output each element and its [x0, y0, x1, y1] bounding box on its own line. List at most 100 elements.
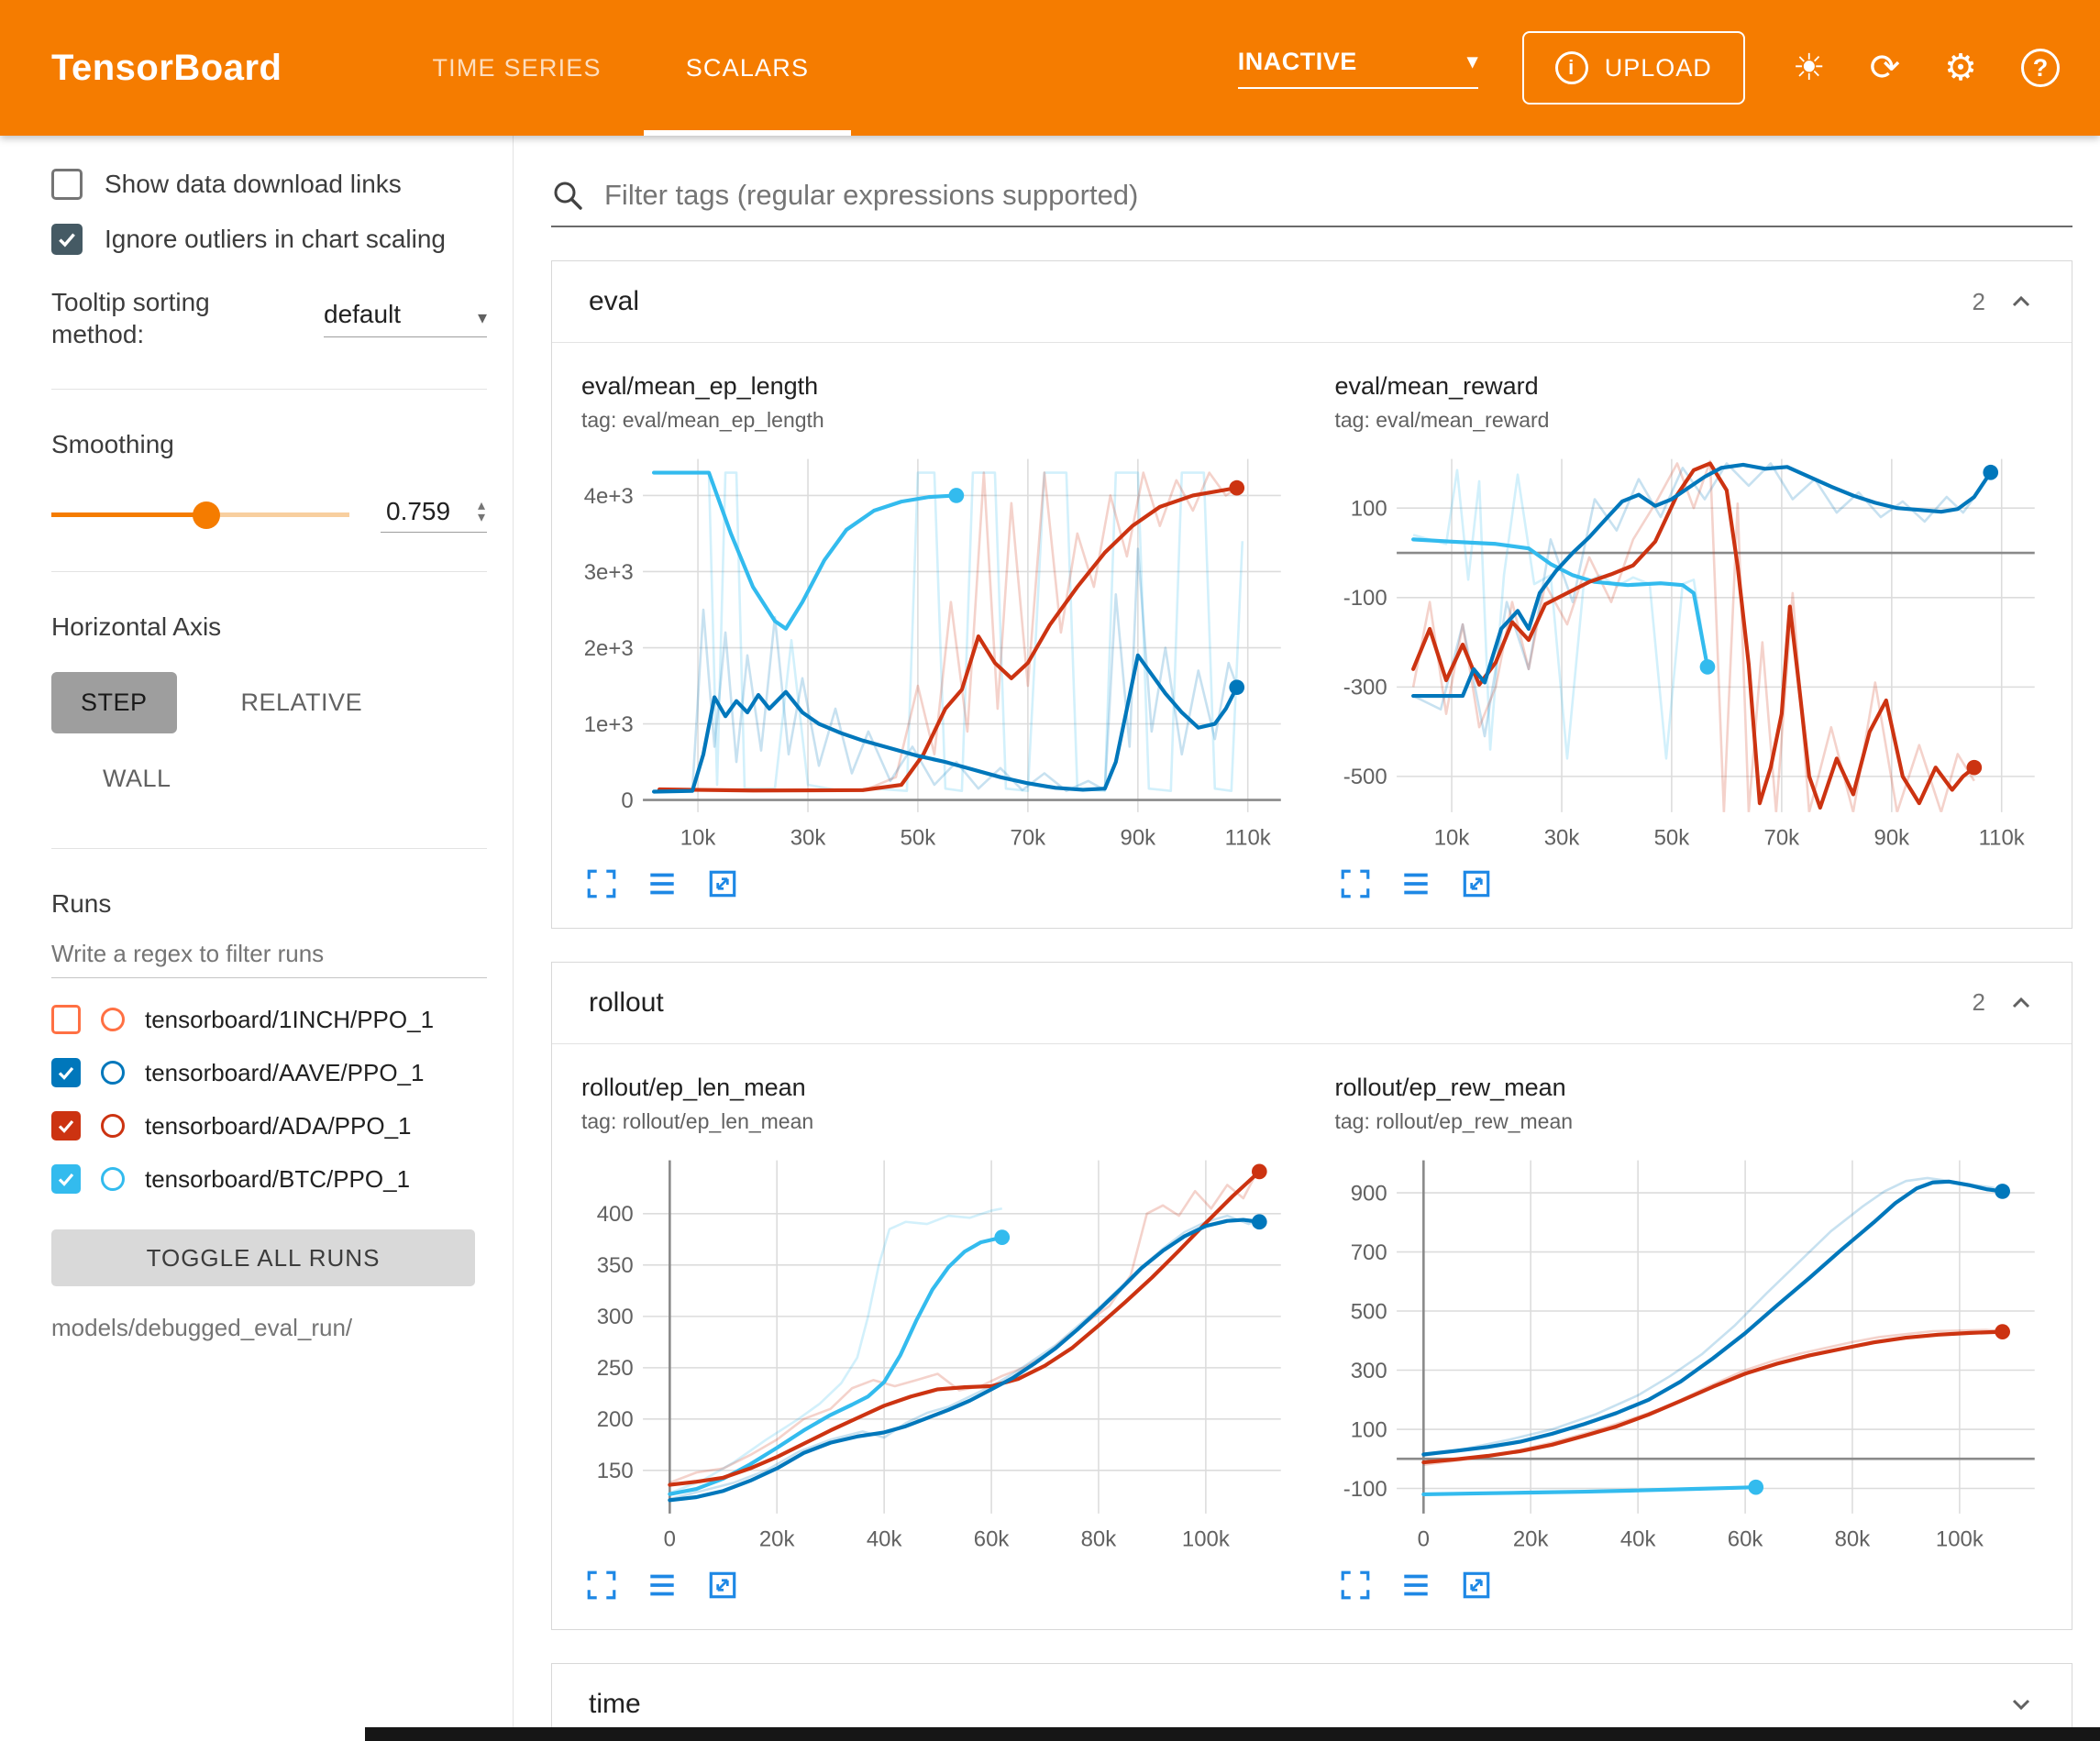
- svg-text:-300: -300: [1343, 676, 1387, 700]
- svg-text:500: 500: [1350, 1299, 1387, 1324]
- run-checkbox[interactable]: [51, 1164, 81, 1194]
- upload-button-label: UPLOAD: [1605, 54, 1712, 83]
- divider: [51, 848, 487, 849]
- step-button[interactable]: STEP: [51, 672, 177, 733]
- check-icon: [55, 1168, 77, 1190]
- slider-fill: [51, 512, 206, 517]
- svg-text:300: 300: [597, 1305, 634, 1329]
- svg-text:90k: 90k: [1873, 825, 1909, 850]
- svg-text:400: 400: [597, 1202, 634, 1227]
- svg-text:100k: 100k: [1182, 1526, 1230, 1551]
- svg-text:70k: 70k: [1011, 825, 1046, 850]
- section-count: 2: [1973, 288, 1985, 316]
- help-icon[interactable]: ?: [2021, 49, 2060, 87]
- smoothing-input[interactable]: 0.759 ▴▾: [381, 497, 487, 533]
- fit-domain-icon[interactable]: [1460, 867, 1493, 900]
- svg-text:100: 100: [1350, 1417, 1387, 1442]
- chart-plot[interactable]: 01e+32e+33e+34e+310k30k50k70k90k110k: [572, 446, 1299, 856]
- section-eval-header[interactable]: eval 2: [552, 261, 2072, 342]
- fit-domain-icon[interactable]: [706, 1569, 739, 1602]
- brightness-icon[interactable]: ☀: [1793, 50, 1826, 86]
- svg-text:3e+3: 3e+3: [584, 560, 634, 585]
- run-color-circle: [101, 1167, 125, 1191]
- chart-card-ep-len-mean: rollout/ep_len_mean tag: rollout/ep_len_…: [572, 1070, 1299, 1607]
- status-dropdown[interactable]: INACTIVE ▾: [1238, 48, 1478, 89]
- runs-filter-input[interactable]: [51, 923, 487, 978]
- ignore-outliers-checkbox[interactable]: Ignore outliers in chart scaling: [51, 224, 487, 255]
- checkbox-box: [51, 169, 83, 200]
- run-list: tensorboard/1INCH/PPO_1 tensorboard/AAVE…: [51, 993, 487, 1206]
- fullscreen-icon[interactable]: [585, 1569, 618, 1602]
- svg-text:80k: 80k: [1081, 1526, 1117, 1551]
- fullscreen-icon[interactable]: [1339, 1569, 1372, 1602]
- app-title: TensorBoard: [51, 48, 282, 89]
- fullscreen-icon[interactable]: [585, 867, 618, 900]
- chevron-up-icon[interactable]: [2007, 291, 2035, 313]
- tab-time-series[interactable]: TIME SERIES: [390, 0, 643, 136]
- section-rollout-header[interactable]: rollout 2: [552, 963, 2072, 1043]
- smoothing-slider[interactable]: [51, 512, 349, 517]
- wall-button[interactable]: WALL: [73, 748, 201, 810]
- caret-down-icon: ▾: [1467, 50, 1478, 73]
- smoothing-label: Smoothing: [51, 428, 487, 460]
- chart-tag: tag: rollout/ep_rew_mean: [1335, 1109, 2052, 1134]
- svg-text:900: 900: [1350, 1181, 1387, 1206]
- chevron-up-icon[interactable]: [2007, 992, 2035, 1014]
- fit-domain-icon[interactable]: [1460, 1569, 1493, 1602]
- chart-plot[interactable]: 100-100-300-50010k30k50k70k90k110k: [1326, 446, 2052, 856]
- section-eval: eval 2 eval/mean_ep_length tag: eval/mea…: [551, 260, 2072, 929]
- svg-text:700: 700: [1350, 1240, 1387, 1265]
- run-row-1inch[interactable]: tensorboard/1INCH/PPO_1: [51, 993, 487, 1046]
- tag-filter-input[interactable]: [602, 178, 2072, 213]
- checkbox-box: [51, 224, 83, 255]
- bottom-scrollbar[interactable]: [365, 1727, 2100, 1741]
- run-row-ada[interactable]: tensorboard/ADA/PPO_1: [51, 1099, 487, 1152]
- checkbox-label: Ignore outliers in chart scaling: [105, 225, 446, 254]
- svg-text:0: 0: [664, 1526, 676, 1551]
- data-table-icon[interactable]: [1399, 867, 1432, 900]
- svg-text:60k: 60k: [1727, 1526, 1763, 1551]
- run-checkbox[interactable]: [51, 1058, 81, 1087]
- run-color-circle: [101, 1061, 125, 1085]
- tooltip-sorting-dropdown[interactable]: default ▾: [324, 300, 487, 337]
- spinner-down-icon[interactable]: ▾: [478, 512, 485, 523]
- upload-button[interactable]: i UPLOAD: [1522, 31, 1745, 105]
- number-spinner[interactable]: ▴▾: [478, 500, 485, 523]
- svg-text:4e+3: 4e+3: [584, 484, 634, 509]
- chevron-down-icon[interactable]: [2007, 1693, 2035, 1715]
- data-table-icon[interactable]: [646, 867, 679, 900]
- refresh-icon[interactable]: ⟳: [1870, 50, 1901, 86]
- chart-card-ep-rew-mean: rollout/ep_rew_mean tag: rollout/ep_rew_…: [1326, 1070, 2052, 1607]
- chart-tag: tag: eval/mean_ep_length: [581, 408, 1299, 433]
- tab-scalars[interactable]: SCALARS: [644, 0, 851, 136]
- show-download-links-checkbox[interactable]: Show data download links: [51, 169, 487, 200]
- fullscreen-icon[interactable]: [1339, 867, 1372, 900]
- run-row-aave[interactable]: tensorboard/AAVE/PPO_1: [51, 1046, 487, 1099]
- run-checkbox[interactable]: [51, 1005, 81, 1034]
- svg-text:0: 0: [621, 788, 633, 813]
- slider-thumb[interactable]: [193, 501, 220, 529]
- data-table-icon[interactable]: [646, 1569, 679, 1602]
- svg-text:200: 200: [597, 1407, 634, 1432]
- svg-text:300: 300: [1350, 1359, 1387, 1383]
- chart-title: rollout/ep_rew_mean: [1335, 1074, 2052, 1102]
- check-icon: [55, 1115, 77, 1137]
- chart-plot[interactable]: 150200250300350400020k40k60k80k100k: [572, 1147, 1299, 1558]
- svg-text:350: 350: [597, 1253, 634, 1278]
- divider: [51, 389, 487, 390]
- caret-down-icon: ▾: [478, 306, 487, 329]
- status-dropdown-value: INACTIVE: [1238, 48, 1357, 76]
- chart-plot[interactable]: -100100300500700900020k40k60k80k100k: [1326, 1147, 2052, 1558]
- fit-domain-icon[interactable]: [706, 867, 739, 900]
- settings-icon[interactable]: ⚙: [1944, 50, 1977, 86]
- chart-card-mean-reward: eval/mean_reward tag: eval/mean_reward 1…: [1326, 369, 2052, 906]
- run-row-btc[interactable]: tensorboard/BTC/PPO_1: [51, 1152, 487, 1206]
- chart-tag: tag: eval/mean_reward: [1335, 408, 2052, 433]
- data-table-icon[interactable]: [1399, 1569, 1432, 1602]
- relative-button[interactable]: RELATIVE: [212, 672, 392, 733]
- toggle-all-runs-button[interactable]: TOGGLE ALL RUNS: [51, 1229, 475, 1286]
- run-checkbox[interactable]: [51, 1111, 81, 1140]
- main-content: eval 2 eval/mean_ep_length tag: eval/mea…: [514, 136, 2100, 1741]
- svg-text:70k: 70k: [1763, 825, 1799, 850]
- run-color-circle: [101, 1114, 125, 1138]
